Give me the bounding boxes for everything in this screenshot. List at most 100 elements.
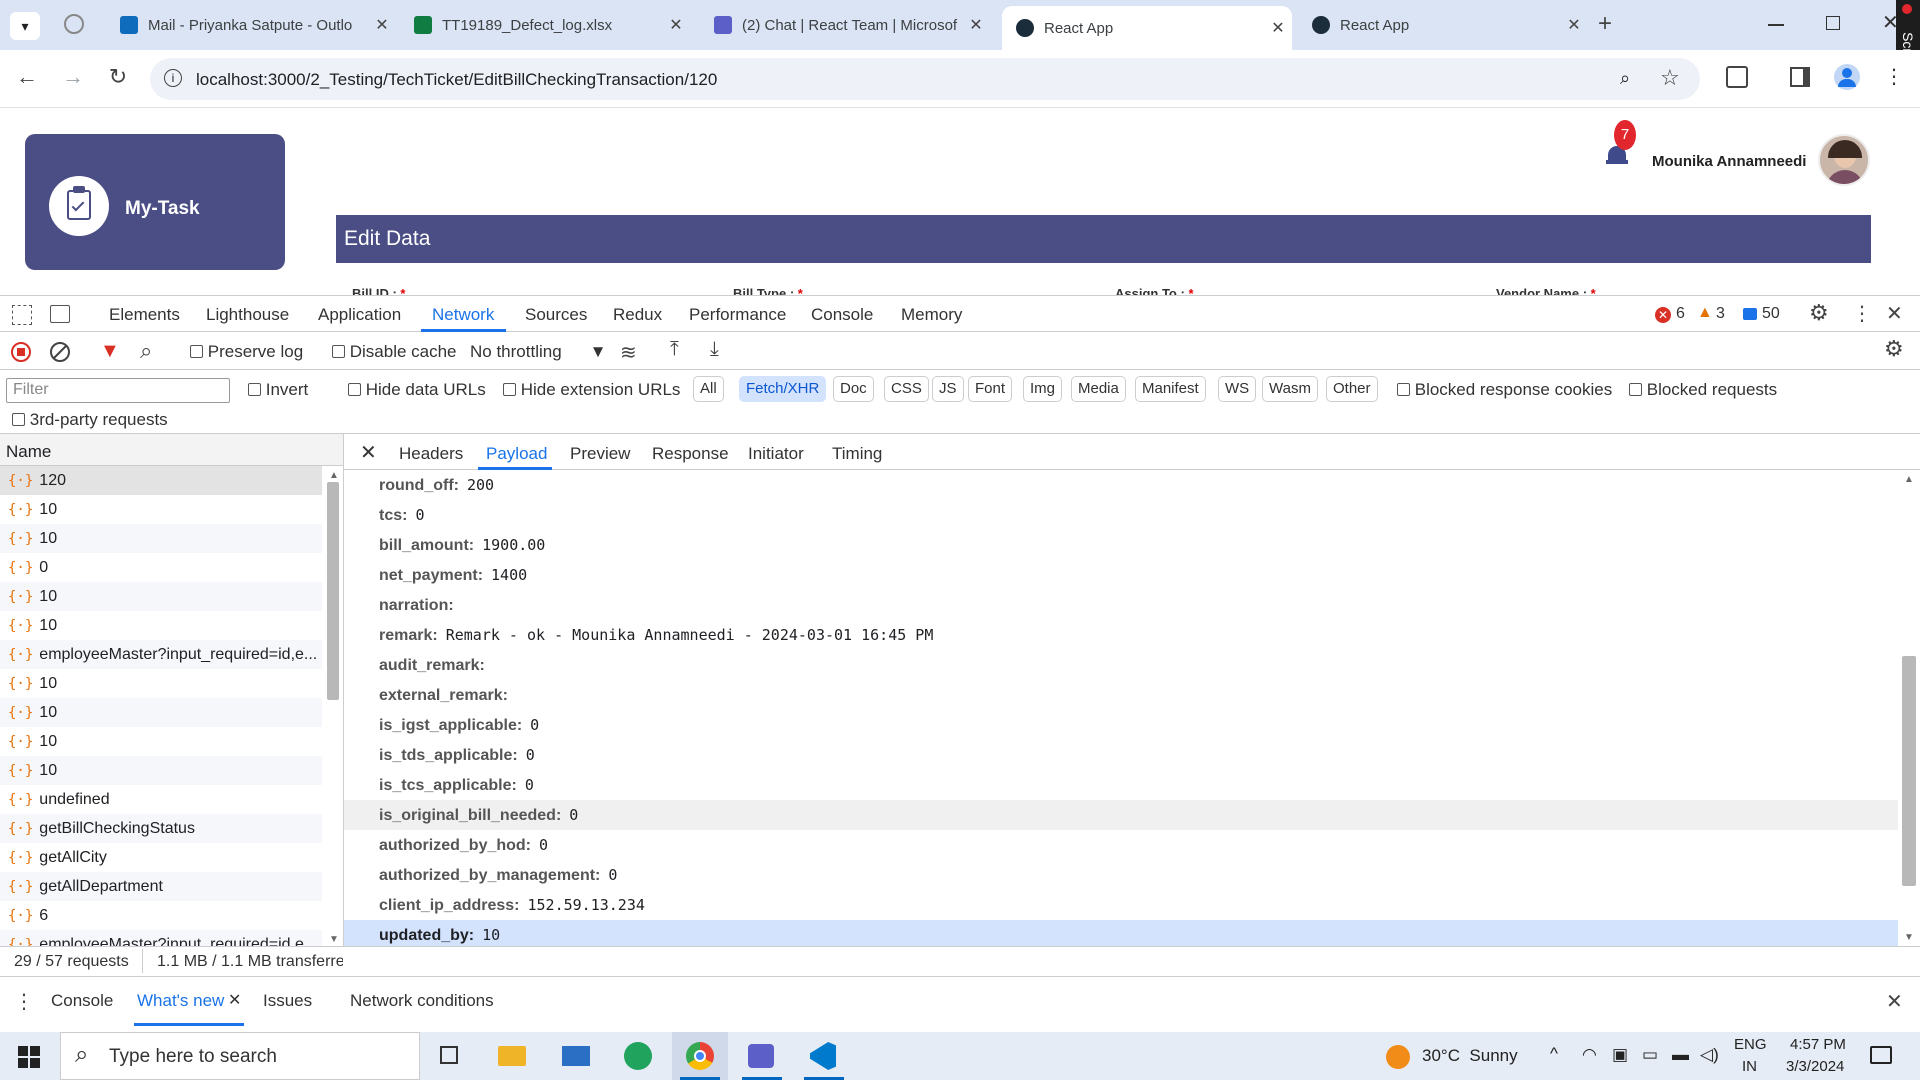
checkbox-box[interactable] [503, 383, 516, 396]
blocked-response-cookies-checkbox[interactable]: Blocked response cookies [1397, 380, 1612, 400]
close-icon[interactable]: ✕ [1560, 15, 1588, 35]
restore-icon[interactable] [1826, 16, 1840, 30]
notification-center-icon[interactable] [1870, 1046, 1892, 1064]
close-icon[interactable]: ✕ [662, 15, 690, 35]
name-column-header[interactable]: Name [0, 434, 343, 466]
table-row[interactable]: {·} 10 [0, 669, 322, 698]
tab-payload[interactable]: Payload [486, 444, 547, 464]
type-filter-all[interactable]: All [693, 376, 724, 402]
payload-row[interactable]: authorized_by_management: 0 [344, 860, 1898, 890]
type-filter-media[interactable]: Media [1071, 376, 1126, 402]
close-icon[interactable]: ✕ [1264, 18, 1292, 38]
clock-time[interactable]: 4:57 PM [1790, 1036, 1846, 1053]
tab-initiator[interactable]: Initiator [748, 444, 804, 464]
close-devtools-icon[interactable]: ✕ [1886, 301, 1903, 326]
volume-icon[interactable]: ◁) [1700, 1045, 1719, 1065]
checkbox-box[interactable] [1629, 383, 1642, 396]
checkbox-box[interactable] [12, 413, 25, 426]
payload-row[interactable]: external_remark: [344, 680, 1898, 710]
type-filter-fetch-xhr[interactable]: Fetch/XHR [739, 376, 827, 402]
battery-icon[interactable]: ▬ [1672, 1045, 1689, 1065]
type-filter-css[interactable]: CSS [884, 376, 929, 402]
tab-sources[interactable]: Sources [525, 305, 587, 325]
tab-preview[interactable]: Preview [570, 444, 630, 464]
type-filter-wasm[interactable]: Wasm [1262, 376, 1318, 402]
type-filter-img[interactable]: Img [1023, 376, 1063, 402]
weather-text[interactable]: 30°C Sunny [1422, 1046, 1518, 1066]
clock-date[interactable]: 3/3/2024 [1786, 1058, 1844, 1075]
payload-row[interactable]: narration: [344, 590, 1898, 620]
checkbox-box[interactable] [332, 345, 345, 358]
scroll-up-arrow[interactable]: ▲ [1904, 474, 1914, 485]
payload-row[interactable]: bill_amount: 1900.00 [344, 530, 1898, 560]
reload-icon[interactable]: ↻ [103, 64, 133, 90]
close-icon[interactable]: ✕ [368, 15, 396, 35]
browser-tab-excel[interactable]: TT19189_Defect_log.xlsx ✕ [400, 8, 690, 42]
new-tab-button[interactable]: + [1598, 10, 1612, 38]
display-icon[interactable]: ▭ [1642, 1045, 1658, 1065]
clear-icon[interactable] [50, 342, 70, 362]
type-filter-ws[interactable]: WS [1218, 376, 1257, 402]
tab-headers[interactable]: Headers [399, 444, 463, 464]
windows-start-icon[interactable] [18, 1046, 40, 1068]
tab-performance[interactable]: Performance [689, 305, 786, 325]
payload-row[interactable]: is_tds_applicable: 0 [344, 740, 1898, 770]
blocked-requests-checkbox[interactable]: Blocked requests [1629, 380, 1777, 400]
scrollbar-thumb[interactable] [327, 482, 339, 700]
close-icon[interactable]: ✕ [962, 15, 990, 35]
error-count[interactable]: 6 [1676, 305, 1685, 323]
message-count[interactable]: 50 [1762, 305, 1780, 323]
table-row[interactable]: {·} 10 [0, 524, 322, 553]
warning-count[interactable]: 3 [1716, 305, 1725, 323]
record-stop-icon[interactable] [11, 342, 31, 362]
table-row[interactable]: {·} 10 [0, 582, 322, 611]
back-icon[interactable]: ← [12, 64, 42, 90]
third-party-requests-checkbox[interactable]: 3rd-party requests [12, 410, 168, 430]
chrome-icon[interactable] [672, 1032, 728, 1080]
type-filter-manifest[interactable]: Manifest [1135, 376, 1206, 402]
settings-gear-icon[interactable]: ⚙ [1809, 300, 1829, 326]
tab-lighthouse[interactable]: Lighthouse [206, 305, 289, 325]
hide-data-urls-checkbox[interactable]: Hide data URLs [348, 380, 486, 400]
table-row[interactable]: {·} employeeMaster?input_required=id,e... [0, 640, 322, 669]
filter-icon[interactable]: ▼ [100, 340, 120, 363]
table-row[interactable]: {·} 10 [0, 611, 322, 640]
payload-row[interactable]: is_igst_applicable: 0 [344, 710, 1898, 740]
bookmark-star-icon[interactable]: ☆ [1660, 65, 1680, 91]
device-toolbar-icon[interactable] [50, 305, 70, 323]
tab-response[interactable]: Response [652, 444, 729, 464]
payload-row[interactable]: tcs: 0 [344, 500, 1898, 530]
message-icon[interactable] [1743, 308, 1757, 320]
type-filter-other[interactable]: Other [1326, 376, 1378, 402]
edge-icon[interactable] [610, 1032, 666, 1080]
drawer-tab-console[interactable]: Console [51, 991, 113, 1011]
browser-tab-teams[interactable]: (2) Chat | React Team | Microsof ✕ [700, 8, 990, 42]
drawer-menu-icon[interactable]: ⋮ [14, 989, 34, 1014]
tab-search-button[interactable]: ▾ [10, 12, 40, 40]
disable-cache-checkbox[interactable]: Disable cache [332, 342, 457, 362]
import-har-icon[interactable]: ⤒ [670, 338, 679, 361]
payload-row[interactable]: updated_by: 10 [344, 920, 1898, 946]
payload-row[interactable]: round_off: 200 [344, 470, 1898, 500]
type-filter-js[interactable]: JS [932, 376, 964, 402]
browser-tab-outlook[interactable]: Mail - Priyanka Satpute - Outlo ✕ [106, 8, 396, 42]
table-row[interactable]: {·} undefined [0, 785, 322, 814]
scroll-down-arrow[interactable]: ▼ [329, 934, 339, 945]
close-detail-icon[interactable]: ✕ [360, 440, 377, 465]
error-icon[interactable]: ✕ [1655, 307, 1671, 323]
network-conditions-icon[interactable]: ≋ [620, 340, 637, 365]
vscode-icon[interactable] [796, 1032, 852, 1080]
type-filter-doc[interactable]: Doc [833, 376, 874, 402]
warning-icon[interactable]: ▲ [1697, 304, 1713, 322]
scroll-up-arrow[interactable]: ▲ [329, 470, 339, 481]
chevron-up-icon[interactable]: ^ [1550, 1044, 1558, 1064]
export-har-icon[interactable]: ⤓ [710, 338, 719, 361]
scroll-down-arrow[interactable]: ▼ [1904, 932, 1914, 943]
payload-row[interactable]: net_payment: 1400 [344, 560, 1898, 590]
checkbox-box[interactable] [1397, 383, 1410, 396]
site-info-icon[interactable]: i [164, 69, 182, 87]
browser-tab-react-app[interactable]: React App ✕ [1298, 8, 1588, 42]
filter-input[interactable]: Filter [6, 378, 230, 403]
payload-row[interactable]: client_ip_address: 152.59.13.234 [344, 890, 1898, 920]
browser-tab-react-app-active[interactable]: React App ✕ [1002, 6, 1292, 50]
